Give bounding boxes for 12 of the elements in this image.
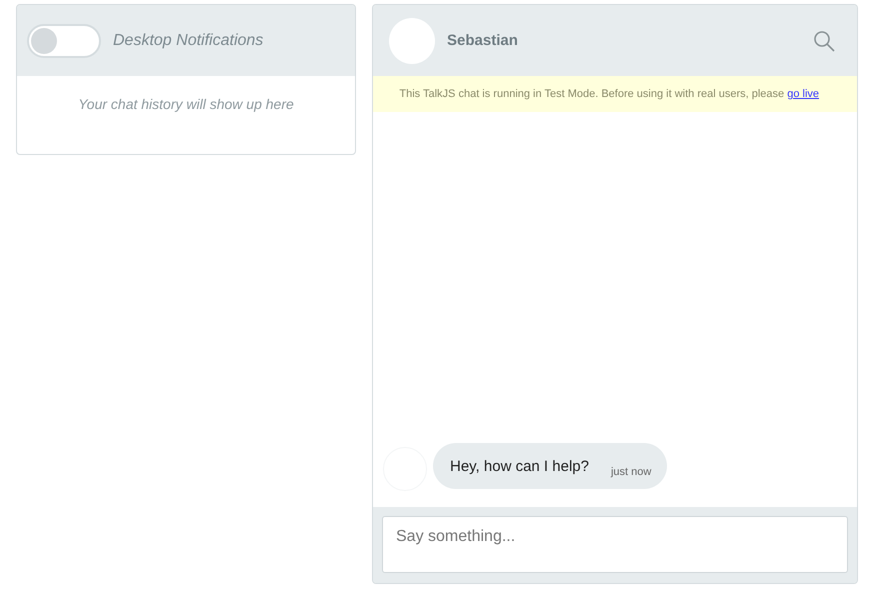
empty-state-text: Your chat history will show up here — [78, 96, 294, 114]
search-button[interactable] — [813, 30, 835, 52]
notifications-label: Desktop Notifications — [113, 32, 264, 50]
message-input[interactable]: Say something... — [382, 516, 848, 573]
contact-name: Sebastian — [447, 32, 519, 49]
avatar — [389, 18, 435, 64]
go-live-link[interactable]: go live — [787, 88, 819, 100]
message-text: Hey, how can I help? — [450, 458, 589, 474]
search-icon — [813, 30, 835, 52]
banner-text: This TalkJS chat is running in Test Mode. Before using it with real users, please — [399, 88, 786, 100]
message-time: just now — [610, 466, 652, 478]
notifications-toggle[interactable] — [27, 24, 101, 58]
